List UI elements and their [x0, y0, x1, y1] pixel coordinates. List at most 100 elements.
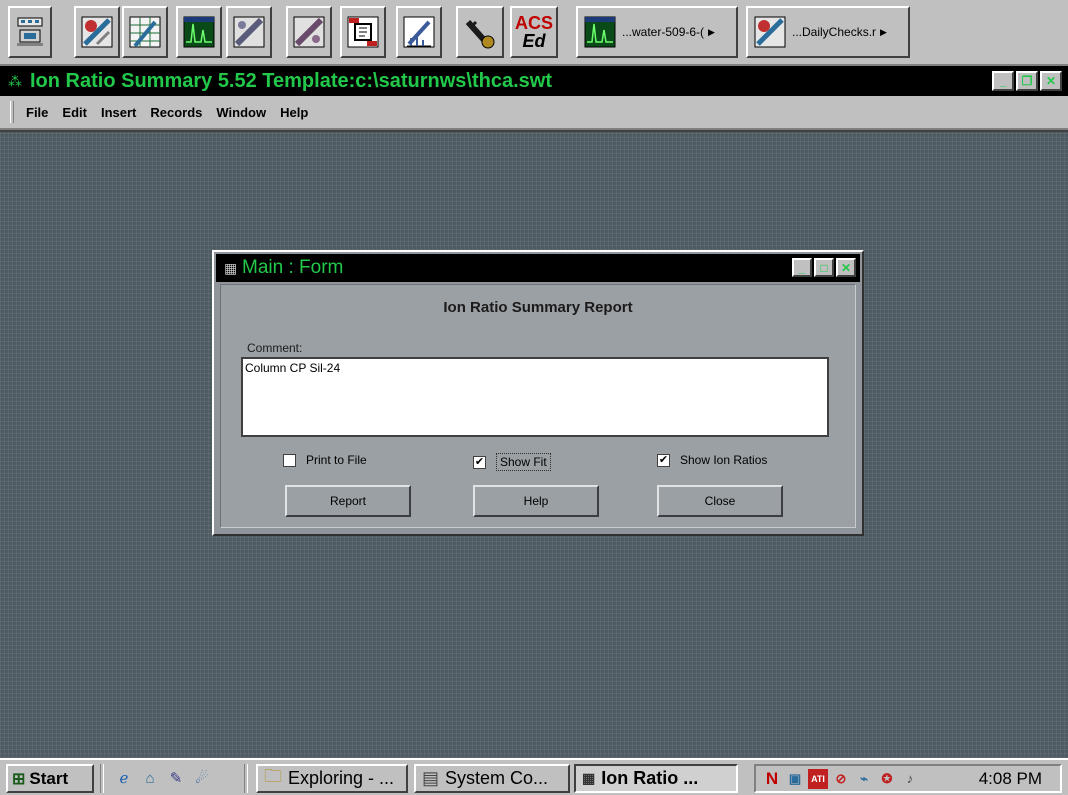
close-window-button[interactable]: ✕ [1040, 71, 1062, 91]
play-arrow-icon: ▶ [708, 26, 715, 37]
minimize-icon: _ [999, 74, 1007, 88]
window-controls: _ ❐ ✕ [992, 71, 1062, 91]
ms-standard-tool-button[interactable] [226, 6, 272, 58]
network-icon[interactable]: ⌂ [140, 768, 160, 788]
start-button[interactable]: ⊞ Start [6, 764, 94, 793]
report-button[interactable]: Report [285, 485, 411, 517]
ati-icon[interactable]: ATI [808, 768, 828, 789]
notepad-icon[interactable]: ✎ [166, 768, 186, 788]
restore-icon: ❐ [1021, 74, 1033, 88]
calibration-icon [754, 16, 786, 48]
app-menu-icon[interactable]: ⁂ [8, 73, 30, 90]
minimize-icon: _ [798, 260, 806, 275]
workstation-icon [17, 17, 43, 46]
syringe-icon [403, 16, 435, 48]
form-body: Ion Ratio Summary Report Comment: Column… [220, 284, 856, 528]
ed-label: Ed [522, 31, 546, 51]
close-icon: ✕ [840, 260, 852, 275]
network-tray-icon[interactable]: ▣ [785, 769, 805, 789]
channel-icon[interactable]: ☄ [192, 768, 212, 788]
menu-file[interactable]: File [26, 105, 48, 120]
print-to-file-checkbox[interactable]: Print to File [283, 453, 367, 467]
taskbar-separator [244, 764, 248, 793]
key-icon [465, 20, 495, 49]
norton-icon[interactable]: N [762, 769, 782, 789]
task-ion-ratio[interactable]: ▦ Ion Ratio ... [574, 764, 738, 793]
form-maximize-button[interactable]: □ [814, 258, 834, 277]
start-label: Start [29, 768, 69, 788]
checkmark-icon: ✔ [657, 453, 670, 467]
clock[interactable]: 4:08 PM [979, 769, 1042, 789]
task-exploring-label: Exploring - ... [288, 768, 395, 788]
explorer-folder-icon: 🗀 [264, 765, 282, 786]
chromatogram-icon [584, 16, 616, 48]
minimize-button[interactable]: _ [992, 71, 1014, 91]
form-title-bar[interactable]: ▦ Main : Form _ □ ✕ [216, 254, 860, 282]
show-fit-label: Show Fit [496, 453, 551, 471]
task-system-control[interactable]: ▤ System Co... [414, 764, 570, 793]
workstation-tool-button[interactable] [8, 6, 52, 58]
comment-label: Comment: [247, 341, 303, 355]
checkbox-unchecked-icon [283, 453, 296, 467]
connection-icon[interactable]: ⌁ [854, 769, 874, 789]
form-window-controls: _ □ ✕ [792, 258, 856, 277]
menu-window[interactable]: Window [216, 105, 266, 120]
form-title: Main : Form [242, 257, 344, 278]
volume-icon[interactable]: ♪ [900, 769, 920, 789]
checkmark-icon: ✔ [473, 455, 486, 469]
acs-label: ACS [514, 13, 553, 33]
system-control-icon: ▤ [422, 768, 440, 788]
menu-records[interactable]: Records [150, 105, 202, 120]
show-ion-ratios-checkbox[interactable]: ✔ Show Ion Ratios [657, 453, 767, 467]
spreadsheet-icon [129, 16, 161, 48]
recent-file-dailychecks-button[interactable]: ...DailyChecks.r ▶ [746, 6, 910, 58]
key-tool-button[interactable] [456, 6, 504, 58]
play-arrow-icon: ▶ [880, 26, 887, 37]
form-icon: ▦ [582, 770, 596, 786]
report-heading: Ion Ratio Summary Report [443, 299, 633, 316]
ms-custom-icon [293, 16, 325, 48]
internet-explorer-icon[interactable]: ℯ [114, 768, 134, 788]
main-form-window: ▦ Main : Form _ □ ✕ Ion Ratio Summary Re… [212, 250, 864, 536]
ms-custom-tool-button[interactable] [286, 6, 332, 58]
task-exploring[interactable]: 🗀 Exploring - ... [256, 764, 408, 793]
scheduler-icon[interactable]: ✪ [877, 769, 897, 789]
show-fit-checkbox[interactable]: ✔ Show Fit [473, 453, 551, 471]
ms-standard-icon [233, 16, 265, 48]
menu-grip[interactable] [10, 101, 14, 123]
form-minimize-button[interactable]: _ [792, 258, 812, 277]
acs-editor-tool-button[interactable]: ACS Ed [510, 6, 558, 58]
calibration-tool-button[interactable] [74, 6, 120, 58]
maximize-icon: □ [820, 260, 828, 275]
windows-logo-icon: ⊞ [12, 770, 26, 788]
form-icon: ▦ [224, 259, 238, 276]
close-button[interactable]: Close [657, 485, 783, 517]
close-icon: ✕ [1045, 74, 1057, 88]
syringe-tool-button[interactable] [396, 6, 442, 58]
spreadsheet-tool-button[interactable] [122, 6, 168, 58]
recent-file-water-button[interactable]: ...water-509-6-( ▶ [576, 6, 738, 58]
restore-button[interactable]: ❐ [1016, 71, 1038, 91]
task-system-control-label: System Co... [445, 768, 549, 788]
recent-file-dailychecks-label: ...DailyChecks.r [792, 25, 877, 39]
help-button[interactable]: Help [473, 485, 599, 517]
app-title-bar[interactable]: ⁂ Ion Ratio Summary 5.52 Template:c:\sat… [0, 66, 1068, 96]
menu-bar: File Edit Insert Records Window Help [0, 96, 1068, 130]
menu-insert[interactable]: Insert [101, 105, 136, 120]
blocked-icon[interactable]: ⊘ [831, 769, 851, 789]
taskbar-separator [100, 764, 104, 793]
task-ion-ratio-label: Ion Ratio ... [601, 768, 699, 788]
calibration-icon [81, 16, 113, 48]
chromatogram-tool-button[interactable] [176, 6, 222, 58]
window-title: Ion Ratio Summary 5.52 Template:c:\satur… [30, 69, 552, 92]
taskbar: ⊞ Start ℯ ⌂ ✎ ☄ 🗀 Exploring - ... ▤ Syst… [0, 758, 1068, 795]
menu-edit[interactable]: Edit [62, 105, 87, 120]
comment-textarea[interactable]: Column CP Sil-24 [241, 357, 829, 437]
menu-help[interactable]: Help [280, 105, 308, 120]
form-close-button[interactable]: ✕ [836, 258, 856, 277]
ms-sample-icon [347, 16, 379, 48]
chromatogram-icon [183, 16, 215, 48]
show-ion-ratios-label: Show Ion Ratios [680, 453, 768, 467]
ms-sample-tool-button[interactable] [340, 6, 386, 58]
system-tray: N ▣ ATI ⊘ ⌁ ✪ ♪ 4:08 PM [754, 764, 1062, 793]
